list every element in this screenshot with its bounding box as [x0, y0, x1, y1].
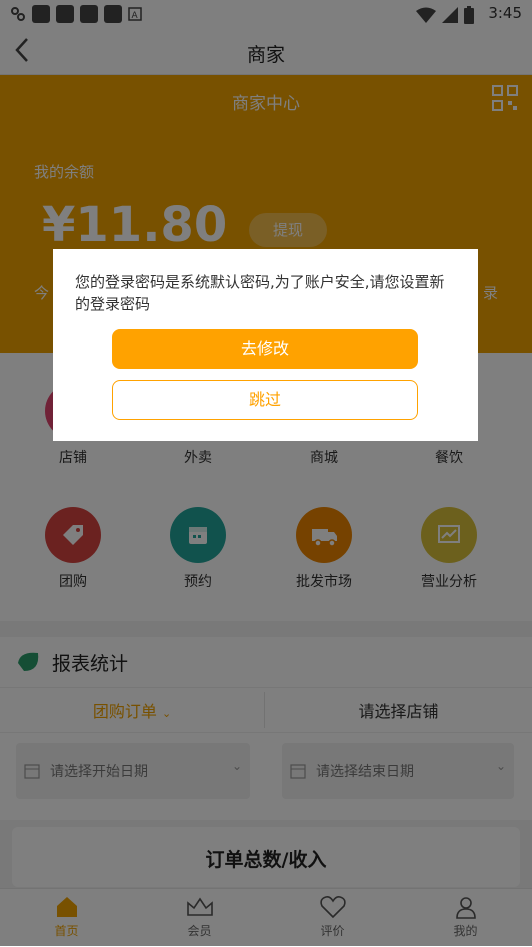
change-password-dialog: 您的登录密码是系统默认密码,为了账户安全,请您设置新的登录密码 去修改 跳过	[53, 249, 478, 441]
dialog-message: 您的登录密码是系统默认密码,为了账户安全,请您设置新的登录密码	[75, 273, 445, 313]
skip-button[interactable]: 跳过	[112, 380, 418, 420]
change-password-button[interactable]: 去修改	[112, 329, 418, 369]
modal-overlay[interactable]	[0, 0, 532, 946]
